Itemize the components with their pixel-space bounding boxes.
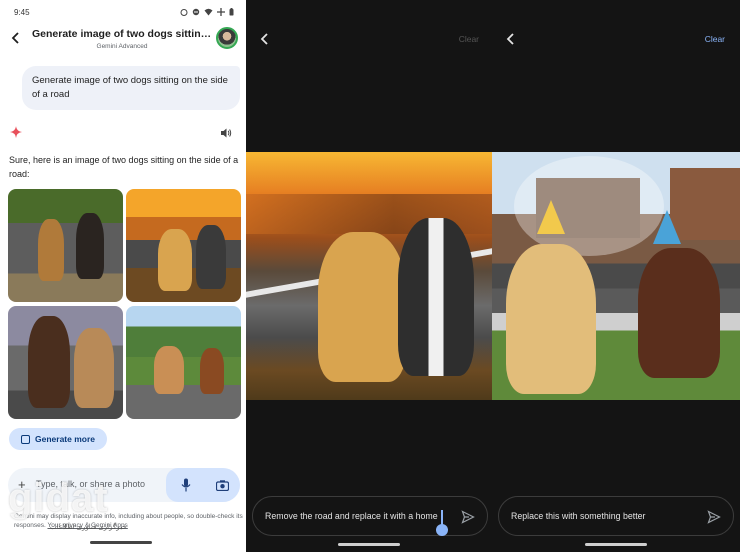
signal-icon <box>217 8 225 16</box>
generated-image-1[interactable] <box>8 189 123 302</box>
arrow-back-icon[interactable] <box>504 32 518 46</box>
user-message: Generate image of two dogs sitting on th… <box>22 66 240 110</box>
gesture-navigation-bar[interactable] <box>338 543 400 546</box>
chocolate-labrador <box>638 248 720 378</box>
edit-prompt-input[interactable]: Remove the road and replace it with a ho… <box>252 496 488 536</box>
golden-retriever <box>506 244 596 394</box>
send-icon[interactable] <box>461 510 475 524</box>
edited-image[interactable] <box>246 152 492 400</box>
gemini-sparkle-icon <box>10 126 22 138</box>
gesture-navigation-bar[interactable] <box>90 541 152 544</box>
arrow-back-icon[interactable] <box>258 32 272 46</box>
response-text: Sure, here is an image of two dogs sitti… <box>9 155 239 179</box>
husky <box>398 218 474 376</box>
wifi-icon <box>204 8 213 16</box>
edit-prompt-text[interactable]: Replace this with something better <box>511 511 645 521</box>
status-bar: 9:45 <box>14 6 234 18</box>
edited-image[interactable] <box>492 152 740 400</box>
edit-prompt-text[interactable]: Remove the road and replace it with a ho… <box>265 511 438 521</box>
generate-more-button[interactable]: Generate more <box>9 428 107 450</box>
alarm-icon <box>180 9 188 16</box>
edit-panel-left: Clear Remove the road and replace it wit… <box>246 0 492 552</box>
watermark-subtitle: خبرگزاری فناوری اطلاعات <box>50 524 127 531</box>
generated-image-2[interactable] <box>126 189 241 302</box>
status-icons <box>180 8 234 16</box>
watermark-logo: gidat <box>8 476 109 520</box>
generate-more-label: Generate more <box>35 434 95 444</box>
clear-button[interactable]: Clear <box>459 34 479 44</box>
mic-icon <box>181 478 191 492</box>
mic-button[interactable] <box>166 468 206 502</box>
gesture-navigation-bar[interactable] <box>585 543 647 546</box>
party-hat-right <box>653 210 681 244</box>
status-time: 9:45 <box>14 7 30 17</box>
send-icon[interactable] <box>707 510 721 524</box>
battery-icon <box>229 8 234 16</box>
camera-icon <box>216 480 229 491</box>
image-stack-icon <box>21 434 30 444</box>
chat-subtitle: Gemini Advanced <box>96 43 148 50</box>
chat-panel: 9:45 Generate image of two dogs sitting … <box>0 0 246 552</box>
arrow-back-icon[interactable] <box>8 30 24 46</box>
chat-title: Generate image of two dogs sitting on th… <box>32 28 212 40</box>
speaker-icon[interactable] <box>220 127 232 139</box>
clear-button[interactable]: Clear <box>705 34 725 44</box>
edit-panel-right: Clear Replace this with something better <box>492 0 740 552</box>
generated-image-4[interactable] <box>126 306 241 419</box>
party-hat-left <box>537 200 565 234</box>
golden-retriever <box>318 232 406 382</box>
camera-button[interactable] <box>206 468 240 502</box>
text-selection-handle[interactable] <box>436 524 448 536</box>
avatar[interactable] <box>216 27 238 49</box>
chat-header: Generate image of two dogs sitting on th… <box>0 22 246 56</box>
edit-prompt-input[interactable]: Replace this with something better <box>498 496 734 536</box>
dnd-icon <box>192 8 200 16</box>
generated-image-3[interactable] <box>8 306 123 419</box>
